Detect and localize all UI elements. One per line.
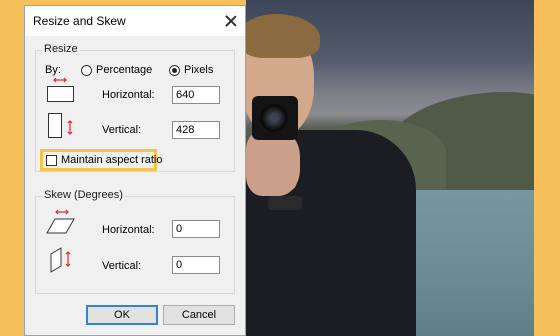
resize-group-label: Resize bbox=[42, 43, 80, 55]
maintain-aspect-checkbox[interactable] bbox=[46, 154, 57, 166]
resize-horizontal-icon bbox=[47, 77, 74, 102]
skew-vertical-input[interactable] bbox=[172, 256, 220, 274]
maintain-aspect-checkbox-row[interactable]: Maintain aspect ratio bbox=[46, 154, 163, 166]
resize-vertical-label: Vertical: bbox=[102, 124, 142, 136]
percentage-radio[interactable]: Percentage bbox=[81, 64, 152, 76]
resize-horizontal-input[interactable] bbox=[172, 86, 220, 104]
percentage-label: Percentage bbox=[96, 64, 153, 76]
by-label: By: bbox=[45, 64, 61, 76]
pixels-radio[interactable]: Pixels bbox=[169, 64, 213, 76]
resize-skew-dialog: Resize and Skew Resize By: Percentage Pi… bbox=[24, 5, 246, 336]
percentage-radio-button[interactable] bbox=[81, 64, 92, 76]
close-icon[interactable] bbox=[223, 13, 239, 29]
resize-vertical-icon bbox=[48, 113, 73, 138]
ok-button[interactable]: OK bbox=[86, 305, 158, 325]
resize-vertical-input[interactable] bbox=[172, 121, 220, 139]
maintain-aspect-label: Maintain aspect ratio bbox=[61, 154, 163, 166]
pixels-radio-button[interactable] bbox=[169, 64, 180, 76]
skew-vertical-label: Vertical: bbox=[102, 260, 142, 272]
dialog-title: Resize and Skew bbox=[33, 14, 126, 28]
dialog-titlebar: Resize and Skew bbox=[25, 6, 245, 36]
pixels-label: Pixels bbox=[184, 64, 214, 76]
skew-vertical-icon bbox=[50, 247, 71, 273]
cancel-button[interactable]: Cancel bbox=[163, 305, 235, 325]
background-photo bbox=[246, 0, 534, 336]
skew-horizontal-input[interactable] bbox=[172, 220, 220, 238]
resize-horizontal-label: Horizontal: bbox=[102, 89, 155, 101]
skew-horizontal-icon bbox=[46, 209, 75, 234]
skew-horizontal-label: Horizontal: bbox=[102, 224, 155, 236]
skew-group-label: Skew (Degrees) bbox=[42, 189, 125, 201]
